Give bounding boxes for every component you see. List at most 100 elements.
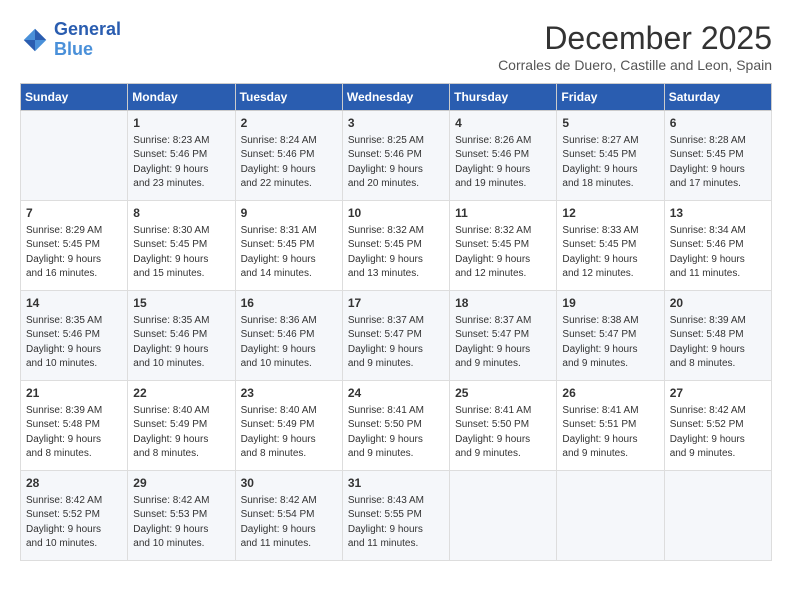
calendar-cell: 21Sunrise: 8:39 AMSunset: 5:48 PMDayligh… xyxy=(21,381,128,471)
calendar-cell: 3 Sunrise: 8:25 AMSunset: 5:46 PMDaylight… xyxy=(342,111,449,201)
day-info: Sunrise: 8:41 AMSunset: 5:50 PMDaylight:… xyxy=(348,404,444,462)
day-number: 30 xyxy=(241,475,337,492)
day-number: 17 xyxy=(348,295,444,312)
calendar-cell: 6 Sunrise: 8:28 AMSunset: 5:45 PMDaylight… xyxy=(664,111,771,201)
calendar-cell: 12 Sunrise: 8:33 AMSunset: 5:45 PMDayligh… xyxy=(557,201,664,291)
day-number: 16 xyxy=(241,295,337,312)
logo: General Blue xyxy=(20,20,121,60)
day-number: 3 xyxy=(348,115,444,132)
calendar-cell: 27 Sunrise: 8:42 AMSunset: 5:52 PMDayligh… xyxy=(664,381,771,471)
calendar-week-4: 21Sunrise: 8:39 AMSunset: 5:48 PMDayligh… xyxy=(21,381,772,471)
day-number: 5 xyxy=(562,115,658,132)
day-info: Sunrise: 8:42 AMSunset: 5:53 PMDaylight:… xyxy=(133,494,229,552)
calendar-cell: 22 Sunrise: 8:40 AMSunset: 5:49 PMDayligh… xyxy=(128,381,235,471)
day-info: Sunrise: 8:37 AMSunset: 5:47 PMDaylight:… xyxy=(348,314,444,372)
weekday-header-saturday: Saturday xyxy=(664,84,771,111)
day-info: Sunrise: 8:41 AMSunset: 5:51 PMDaylight:… xyxy=(562,404,658,462)
calendar-cell: 23 Sunrise: 8:40 AMSunset: 5:49 PMDayligh… xyxy=(235,381,342,471)
day-info: Sunrise: 8:42 AMSunset: 5:54 PMDaylight:… xyxy=(241,494,337,552)
calendar-cell: 5 Sunrise: 8:27 AMSunset: 5:45 PMDaylight… xyxy=(557,111,664,201)
calendar-cell: 7Sunrise: 8:29 AMSunset: 5:45 PMDaylight… xyxy=(21,201,128,291)
calendar-cell: 16 Sunrise: 8:36 AMSunset: 5:46 PMDayligh… xyxy=(235,291,342,381)
logo-icon xyxy=(20,25,50,55)
day-info: Sunrise: 8:25 AMSunset: 5:46 PMDaylight:… xyxy=(348,134,444,192)
calendar-table: SundayMondayTuesdayWednesdayThursdayFrid… xyxy=(20,83,772,561)
day-info: Sunrise: 8:43 AMSunset: 5:55 PMDaylight:… xyxy=(348,494,444,552)
calendar-cell xyxy=(664,471,771,561)
day-info: Sunrise: 8:26 AMSunset: 5:46 PMDaylight:… xyxy=(455,134,551,192)
calendar-cell: 28Sunrise: 8:42 AMSunset: 5:52 PMDayligh… xyxy=(21,471,128,561)
day-number: 8 xyxy=(133,205,229,222)
page-header: General Blue December 2025 Corrales de D… xyxy=(20,20,772,73)
day-info: Sunrise: 8:32 AMSunset: 5:45 PMDaylight:… xyxy=(348,224,444,282)
day-info: Sunrise: 8:27 AMSunset: 5:45 PMDaylight:… xyxy=(562,134,658,192)
day-number: 22 xyxy=(133,385,229,402)
calendar-cell xyxy=(21,111,128,201)
day-number: 9 xyxy=(241,205,337,222)
day-info: Sunrise: 8:42 AMSunset: 5:52 PMDaylight:… xyxy=(670,404,766,462)
day-number: 18 xyxy=(455,295,551,312)
day-number: 31 xyxy=(348,475,444,492)
day-info: Sunrise: 8:36 AMSunset: 5:46 PMDaylight:… xyxy=(241,314,337,372)
day-number: 20 xyxy=(670,295,766,312)
day-info: Sunrise: 8:41 AMSunset: 5:50 PMDaylight:… xyxy=(455,404,551,462)
day-number: 24 xyxy=(348,385,444,402)
day-number: 23 xyxy=(241,385,337,402)
day-info: Sunrise: 8:33 AMSunset: 5:45 PMDaylight:… xyxy=(562,224,658,282)
day-info: Sunrise: 8:23 AMSunset: 5:46 PMDaylight:… xyxy=(133,134,229,192)
day-number: 10 xyxy=(348,205,444,222)
day-number: 29 xyxy=(133,475,229,492)
calendar-cell: 17 Sunrise: 8:37 AMSunset: 5:47 PMDayligh… xyxy=(342,291,449,381)
day-number: 4 xyxy=(455,115,551,132)
calendar-cell: 11 Sunrise: 8:32 AMSunset: 5:45 PMDayligh… xyxy=(450,201,557,291)
day-number: 11 xyxy=(455,205,551,222)
day-info: Sunrise: 8:34 AMSunset: 5:46 PMDaylight:… xyxy=(670,224,766,282)
day-number: 1 xyxy=(133,115,229,132)
day-info: Sunrise: 8:40 AMSunset: 5:49 PMDaylight:… xyxy=(241,404,337,462)
calendar-cell: 26 Sunrise: 8:41 AMSunset: 5:51 PMDayligh… xyxy=(557,381,664,471)
day-info: Sunrise: 8:39 AMSunset: 5:48 PMDaylight:… xyxy=(670,314,766,372)
calendar-cell: 20 Sunrise: 8:39 AMSunset: 5:48 PMDayligh… xyxy=(664,291,771,381)
day-info: Sunrise: 8:32 AMSunset: 5:45 PMDaylight:… xyxy=(455,224,551,282)
day-number: 2 xyxy=(241,115,337,132)
calendar-week-1: 1 Sunrise: 8:23 AMSunset: 5:46 PMDaylight… xyxy=(21,111,772,201)
day-number: 28 xyxy=(26,475,122,492)
calendar-cell: 9 Sunrise: 8:31 AMSunset: 5:45 PMDaylight… xyxy=(235,201,342,291)
calendar-cell: 1 Sunrise: 8:23 AMSunset: 5:46 PMDaylight… xyxy=(128,111,235,201)
day-number: 25 xyxy=(455,385,551,402)
day-info: Sunrise: 8:24 AMSunset: 5:46 PMDaylight:… xyxy=(241,134,337,192)
calendar-cell xyxy=(557,471,664,561)
day-number: 19 xyxy=(562,295,658,312)
calendar-cell: 15Sunrise: 8:35 AMSunset: 5:46 PMDayligh… xyxy=(128,291,235,381)
day-info: Sunrise: 8:35 AMSunset: 5:46 PMDaylight:… xyxy=(26,314,122,372)
weekday-header-sunday: Sunday xyxy=(21,84,128,111)
day-info: Sunrise: 8:37 AMSunset: 5:47 PMDaylight:… xyxy=(455,314,551,372)
calendar-cell: 2 Sunrise: 8:24 AMSunset: 5:46 PMDaylight… xyxy=(235,111,342,201)
day-info: Sunrise: 8:40 AMSunset: 5:49 PMDaylight:… xyxy=(133,404,229,462)
calendar-week-2: 7Sunrise: 8:29 AMSunset: 5:45 PMDaylight… xyxy=(21,201,772,291)
day-number: 13 xyxy=(670,205,766,222)
calendar-cell: 29 Sunrise: 8:42 AMSunset: 5:53 PMDayligh… xyxy=(128,471,235,561)
day-number: 12 xyxy=(562,205,658,222)
calendar-week-3: 14 Sunrise: 8:35 AMSunset: 5:46 PMDayligh… xyxy=(21,291,772,381)
weekday-header-friday: Friday xyxy=(557,84,664,111)
day-info: Sunrise: 8:28 AMSunset: 5:45 PMDaylight:… xyxy=(670,134,766,192)
calendar-cell: 19Sunrise: 8:38 AMSunset: 5:47 PMDayligh… xyxy=(557,291,664,381)
day-number: 14 xyxy=(26,295,122,312)
calendar-cell: 4 Sunrise: 8:26 AMSunset: 5:46 PMDaylight… xyxy=(450,111,557,201)
calendar-cell: 25 Sunrise: 8:41 AMSunset: 5:50 PMDayligh… xyxy=(450,381,557,471)
calendar-cell: 18 Sunrise: 8:37 AMSunset: 5:47 PMDayligh… xyxy=(450,291,557,381)
day-info: Sunrise: 8:39 AMSunset: 5:48 PMDaylight:… xyxy=(26,404,122,462)
weekday-header-wednesday: Wednesday xyxy=(342,84,449,111)
day-number: 26 xyxy=(562,385,658,402)
day-number: 6 xyxy=(670,115,766,132)
day-number: 15 xyxy=(133,295,229,312)
location-subtitle: Corrales de Duero, Castille and Leon, Sp… xyxy=(498,57,772,73)
calendar-cell: 31 Sunrise: 8:43 AMSunset: 5:55 PMDayligh… xyxy=(342,471,449,561)
day-info: Sunrise: 8:31 AMSunset: 5:45 PMDaylight:… xyxy=(241,224,337,282)
day-info: Sunrise: 8:30 AMSunset: 5:45 PMDaylight:… xyxy=(133,224,229,282)
calendar-header: SundayMondayTuesdayWednesdayThursdayFrid… xyxy=(21,84,772,111)
calendar-cell: 13 Sunrise: 8:34 AMSunset: 5:46 PMDayligh… xyxy=(664,201,771,291)
day-number: 27 xyxy=(670,385,766,402)
weekday-header-monday: Monday xyxy=(128,84,235,111)
